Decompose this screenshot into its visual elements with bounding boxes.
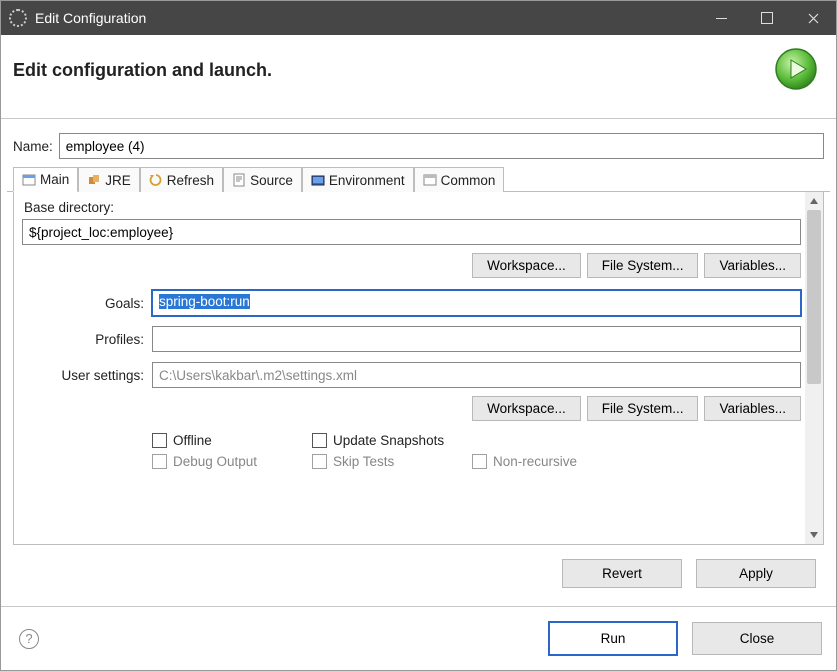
user-settings-button-row: Workspace... File System... Variables... xyxy=(22,396,801,421)
scroll-down-arrow[interactable] xyxy=(805,526,823,544)
revert-button[interactable]: Revert xyxy=(562,559,682,588)
base-directory-label: Base directory: xyxy=(24,200,801,215)
dialog-footer: ? Run Close xyxy=(1,606,836,670)
goals-input-wrap: spring-boot:run xyxy=(152,290,801,316)
run-button[interactable]: Run xyxy=(548,621,678,656)
eclipse-icon xyxy=(9,9,27,27)
checkbox-box xyxy=(312,454,327,469)
tab-label: Common xyxy=(441,173,496,188)
revert-apply-row: Revert Apply xyxy=(7,545,830,596)
common-tab-icon xyxy=(423,173,437,187)
refresh-tab-icon xyxy=(149,173,163,187)
file-system-button[interactable]: File System... xyxy=(587,253,699,278)
tab-label: Refresh xyxy=(167,173,214,188)
checkbox-box xyxy=(312,433,327,448)
window-close-button[interactable] xyxy=(790,1,836,35)
dialog-content: Name: Main JRE Refresh Source xyxy=(1,119,836,606)
user-settings-input[interactable] xyxy=(152,362,801,388)
debug-output-checkbox[interactable]: Debug Output xyxy=(152,454,312,469)
close-icon xyxy=(808,13,819,24)
run-big-icon xyxy=(774,47,818,94)
window-title: Edit Configuration xyxy=(35,10,146,26)
scroll-thumb[interactable] xyxy=(807,210,821,384)
checkbox-label: Update Snapshots xyxy=(333,433,444,448)
goals-label: Goals: xyxy=(22,296,152,311)
checkbox-box xyxy=(152,454,167,469)
variables-button-2[interactable]: Variables... xyxy=(704,396,801,421)
checkbox-label: Offline xyxy=(173,433,212,448)
main-tab-pane: Base directory: Workspace... File System… xyxy=(14,192,805,544)
file-system-button-2[interactable]: File System... xyxy=(587,396,699,421)
goals-grid: Goals: spring-boot:run Profiles: User se… xyxy=(22,290,801,388)
tab-environment[interactable]: Environment xyxy=(302,167,414,192)
dialog-header: Edit configuration and launch. xyxy=(1,35,836,119)
tab-pane-container: Base directory: Workspace... File System… xyxy=(13,192,824,545)
variables-button[interactable]: Variables... xyxy=(704,253,801,278)
profiles-label: Profiles: xyxy=(22,332,152,347)
skip-tests-checkbox[interactable]: Skip Tests xyxy=(312,454,472,469)
tab-label: Environment xyxy=(329,173,405,188)
jre-tab-icon xyxy=(87,173,101,187)
name-label: Name: xyxy=(13,139,53,154)
page-title: Edit configuration and launch. xyxy=(13,60,774,81)
offline-checkbox[interactable]: Offline xyxy=(152,433,312,448)
scroll-up-arrow[interactable] xyxy=(805,192,823,210)
close-button[interactable]: Close xyxy=(692,622,822,655)
vertical-scrollbar[interactable] xyxy=(805,192,823,544)
tabs-bar: Main JRE Refresh Source Environment xyxy=(7,167,830,192)
name-row: Name: xyxy=(7,133,830,167)
scroll-track[interactable] xyxy=(805,210,823,526)
apply-button[interactable]: Apply xyxy=(696,559,816,588)
profiles-input[interactable] xyxy=(152,326,801,352)
tab-label: Source xyxy=(250,173,293,188)
checkbox-label: Skip Tests xyxy=(333,454,394,469)
tab-common[interactable]: Common xyxy=(414,167,505,192)
checkbox-label: Debug Output xyxy=(173,454,257,469)
tab-label: Main xyxy=(40,172,69,187)
goals-input[interactable] xyxy=(152,290,801,316)
base-dir-button-row: Workspace... File System... Variables... xyxy=(22,253,801,278)
workspace-button[interactable]: Workspace... xyxy=(472,253,581,278)
tab-refresh[interactable]: Refresh xyxy=(140,167,223,192)
tab-jre[interactable]: JRE xyxy=(78,167,140,192)
source-tab-icon xyxy=(232,173,246,187)
environment-tab-icon xyxy=(311,173,325,187)
base-directory-input[interactable] xyxy=(22,219,801,245)
workspace-button-2[interactable]: Workspace... xyxy=(472,396,581,421)
tab-label: JRE xyxy=(105,173,131,188)
user-settings-label: User settings: xyxy=(22,368,152,383)
tab-main[interactable]: Main xyxy=(13,167,78,192)
maximize-button[interactable] xyxy=(744,1,790,35)
titlebar: Edit Configuration xyxy=(1,1,836,35)
name-input[interactable] xyxy=(59,133,824,159)
main-tab-icon xyxy=(22,173,36,187)
update-snapshots-checkbox[interactable]: Update Snapshots xyxy=(312,433,472,448)
checkbox-grid: Offline Update Snapshots Debug Output Sk… xyxy=(152,433,801,469)
checkbox-box xyxy=(472,454,487,469)
non-recursive-checkbox[interactable]: Non-recursive xyxy=(472,454,632,469)
checkbox-label: Non-recursive xyxy=(493,454,577,469)
help-icon[interactable]: ? xyxy=(19,629,39,649)
minimize-button[interactable] xyxy=(698,1,744,35)
checkbox-box xyxy=(152,433,167,448)
tab-source[interactable]: Source xyxy=(223,167,302,192)
